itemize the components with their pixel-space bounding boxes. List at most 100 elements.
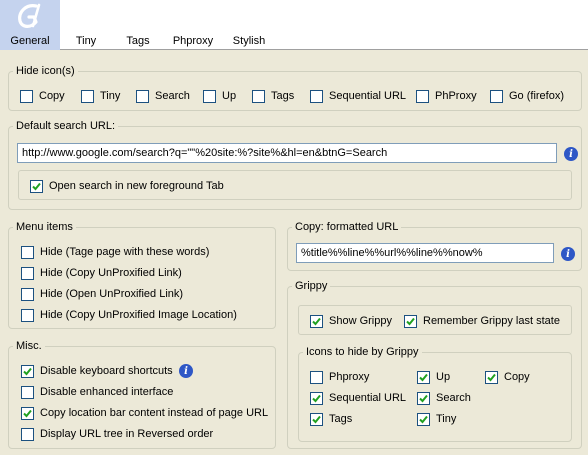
- grippy-phproxy-checkbox[interactable]: Phproxy: [310, 370, 369, 384]
- checkbox-label: Tiny: [100, 90, 121, 102]
- search-url-input[interactable]: http://www.google.com/search?q=""%20site…: [17, 143, 557, 163]
- display-url-tree-reversed-checkbox[interactable]: Display URL tree in Reversed order: [21, 427, 213, 441]
- copy-formatted-url-legend: Copy: formatted URL: [295, 221, 399, 233]
- formatted-url-input[interactable]: %title%%line%%url%%line%%now%: [296, 243, 554, 263]
- tab-tiny-label: Tiny: [75, 35, 97, 47]
- remember-grippy-checkbox[interactable]: Remember Grippy last state: [404, 314, 560, 328]
- checkbox-box[interactable]: [310, 89, 323, 103]
- disable-enhanced-interface-checkbox[interactable]: Disable enhanced interface: [21, 385, 173, 399]
- checkbox-box[interactable]: [417, 370, 430, 384]
- app-logo-icon: [18, 3, 41, 28]
- checkbox-box[interactable]: [203, 89, 216, 103]
- tab-phproxy[interactable]: Phproxy: [166, 0, 220, 50]
- checkmark-icon: [312, 394, 321, 402]
- disable-keyboard-shortcuts-checkbox[interactable]: Disable keyboard shortcuts: [21, 364, 173, 378]
- grippy-up-checkbox[interactable]: Up: [417, 370, 450, 384]
- checkmark-icon: [23, 367, 32, 375]
- checkbox-box[interactable]: [21, 385, 34, 399]
- hide-search-checkbox[interactable]: Search: [136, 89, 190, 103]
- tab-stylish[interactable]: Stylish: [226, 0, 272, 50]
- checkbox-box[interactable]: [136, 89, 149, 103]
- checkbox-box[interactable]: [310, 412, 323, 426]
- checkbox-box[interactable]: [81, 89, 94, 103]
- checkbox-box[interactable]: [30, 179, 43, 193]
- grippy-icons-legend: Icons to hide by Grippy: [306, 346, 419, 358]
- checkbox-box[interactable]: [21, 266, 34, 280]
- checkbox-label: Copy location bar content instead of pag…: [40, 407, 269, 419]
- tab-tags-label: Tags: [126, 35, 150, 47]
- checkbox-box[interactable]: [21, 406, 34, 420]
- checkbox-box[interactable]: [485, 370, 498, 384]
- checkbox-label: Tags: [271, 90, 295, 102]
- checkbox-label: Hide (Tage page with these words): [40, 246, 210, 258]
- tab-general-label: General: [10, 35, 50, 47]
- grippy-tiny-checkbox[interactable]: Tiny: [417, 412, 456, 426]
- checkbox-box[interactable]: [416, 89, 429, 103]
- tab-stylish-label: Stylish: [232, 35, 266, 47]
- checkbox-label: Go (firefox): [509, 90, 565, 102]
- checkmark-icon: [312, 415, 321, 423]
- hide-copy-unproxified-link-checkbox[interactable]: Hide (Copy UnProxified Link): [21, 266, 182, 280]
- tab-tags[interactable]: Tags: [118, 0, 158, 50]
- checkbox-label: Open search in new foreground Tab: [49, 180, 224, 192]
- checkbox-box[interactable]: [490, 89, 503, 103]
- checkbox-label: Remember Grippy last state: [423, 315, 560, 327]
- checkmark-icon: [419, 373, 428, 381]
- tab-bar: General Tiny Tags Phproxy Stylish: [0, 0, 588, 50]
- checkbox-label: Copy: [504, 371, 530, 383]
- search-url-info-icon[interactable]: i: [564, 147, 578, 161]
- copy-location-bar-checkbox[interactable]: Copy location bar content instead of pag…: [21, 406, 268, 420]
- misc-legend: Misc.: [16, 340, 42, 352]
- hide-copy-checkbox[interactable]: Copy: [20, 89, 65, 103]
- hide-phproxy-checkbox[interactable]: PhProxy: [416, 89, 477, 103]
- checkbox-box[interactable]: [20, 89, 33, 103]
- formatted-url-info-icon[interactable]: i: [561, 247, 575, 261]
- grippy-copy-checkbox[interactable]: Copy: [485, 370, 530, 384]
- hide-copy-unproxified-image-checkbox[interactable]: Hide (Copy UnProxified Image Location): [21, 308, 237, 322]
- checkbox-box[interactable]: [21, 364, 34, 378]
- checkbox-label: Hide (Copy UnProxified Image Location): [40, 309, 237, 321]
- keyboard-shortcuts-info-icon[interactable]: i: [179, 364, 193, 378]
- hide-icons-group: Hide icon(s): [8, 65, 582, 111]
- grippy-legend: Grippy: [295, 280, 328, 292]
- checkbox-label: Tiny: [436, 413, 457, 425]
- checkbox-label: Disable keyboard shortcuts: [40, 365, 173, 377]
- hide-take-page-checkbox[interactable]: Hide (Tage page with these words): [21, 245, 209, 259]
- checkbox-box[interactable]: [417, 391, 430, 405]
- grippy-search-checkbox[interactable]: Search: [417, 391, 471, 405]
- default-search-legend: Default search URL:: [16, 120, 116, 132]
- hide-go-firefox-checkbox[interactable]: Go (firefox): [490, 89, 564, 103]
- checkbox-box[interactable]: [21, 427, 34, 441]
- hide-up-checkbox[interactable]: Up: [203, 89, 236, 103]
- grippy-sequential-url-checkbox[interactable]: Sequential URL: [310, 391, 406, 405]
- checkmark-icon: [419, 415, 428, 423]
- checkbox-box[interactable]: [21, 287, 34, 301]
- tab-tiny[interactable]: Tiny: [66, 0, 106, 50]
- checkbox-label: Hide (Copy UnProxified Link): [40, 267, 182, 279]
- checkbox-box[interactable]: [310, 370, 323, 384]
- show-grippy-checkbox[interactable]: Show Grippy: [310, 314, 392, 328]
- checkbox-label: Hide (Open UnProxified Link): [40, 288, 184, 300]
- checkmark-icon: [419, 394, 428, 402]
- checkbox-box[interactable]: [21, 308, 34, 322]
- tab-phproxy-label: Phproxy: [172, 35, 214, 47]
- checkbox-label: Sequential URL: [329, 90, 407, 102]
- grippy-tags-checkbox[interactable]: Tags: [310, 412, 352, 426]
- checkbox-box[interactable]: [404, 314, 417, 328]
- checkbox-box[interactable]: [310, 314, 323, 328]
- checkbox-label: Up: [436, 371, 451, 383]
- checkbox-label: Copy: [39, 90, 65, 102]
- checkbox-label: Search: [436, 392, 471, 404]
- checkbox-box[interactable]: [310, 391, 323, 405]
- tab-general[interactable]: General: [0, 0, 60, 50]
- checkbox-label: Display URL tree in Reversed order: [40, 428, 214, 440]
- hide-sequential-url-checkbox[interactable]: Sequential URL: [310, 89, 406, 103]
- hide-tags-checkbox[interactable]: Tags: [252, 89, 294, 103]
- hide-tiny-checkbox[interactable]: Tiny: [81, 89, 120, 103]
- checkbox-label: Show Grippy: [329, 315, 392, 327]
- checkbox-box[interactable]: [417, 412, 430, 426]
- checkbox-box[interactable]: [252, 89, 265, 103]
- checkbox-box[interactable]: [21, 245, 34, 259]
- hide-open-unproxified-link-checkbox[interactable]: Hide (Open UnProxified Link): [21, 287, 183, 301]
- open-new-tab-checkbox[interactable]: Open search in new foreground Tab: [30, 179, 224, 193]
